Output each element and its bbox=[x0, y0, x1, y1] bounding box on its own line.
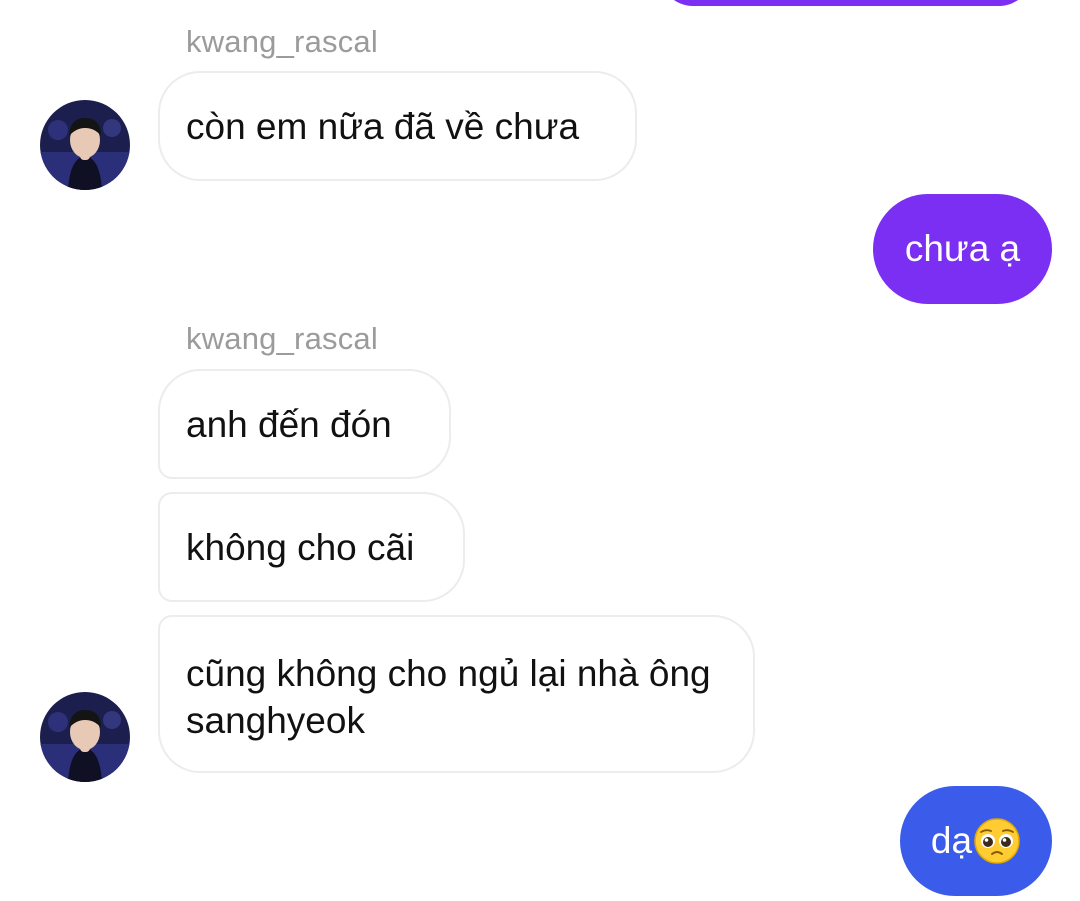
sender-name: kwang_rascal bbox=[186, 321, 378, 356]
pleading-face-icon bbox=[973, 817, 1021, 865]
sender-name: kwang_rascal bbox=[186, 24, 378, 59]
outgoing-message-bubble-partial[interactable] bbox=[660, 0, 1032, 6]
avatar[interactable] bbox=[40, 100, 130, 190]
incoming-message-bubble[interactable]: cũng không cho ngủ lại nhà ông sanghyeok bbox=[158, 615, 755, 773]
chat-thread: kwang_rascal còn em nữa đã về chưa chưa … bbox=[0, 0, 1080, 901]
incoming-message-bubble[interactable]: còn em nữa đã về chưa bbox=[158, 71, 637, 181]
outgoing-message-bubble[interactable]: dạ bbox=[900, 786, 1052, 896]
message-text: dạ bbox=[930, 820, 973, 861]
outgoing-message-bubble[interactable]: chưa ạ bbox=[873, 194, 1052, 304]
incoming-message-bubble[interactable]: không cho cãi bbox=[158, 492, 465, 602]
message-text: chưa ạ bbox=[904, 228, 1021, 269]
message-text: không cho cãi bbox=[186, 526, 415, 568]
message-text: cũng không cho ngủ lại nhà ông sanghyeok bbox=[186, 653, 711, 741]
message-text: anh đến đón bbox=[186, 403, 392, 445]
incoming-message-bubble[interactable]: anh đến đón bbox=[158, 369, 451, 479]
avatar[interactable] bbox=[40, 692, 130, 782]
message-text: còn em nữa đã về chưa bbox=[186, 105, 580, 147]
